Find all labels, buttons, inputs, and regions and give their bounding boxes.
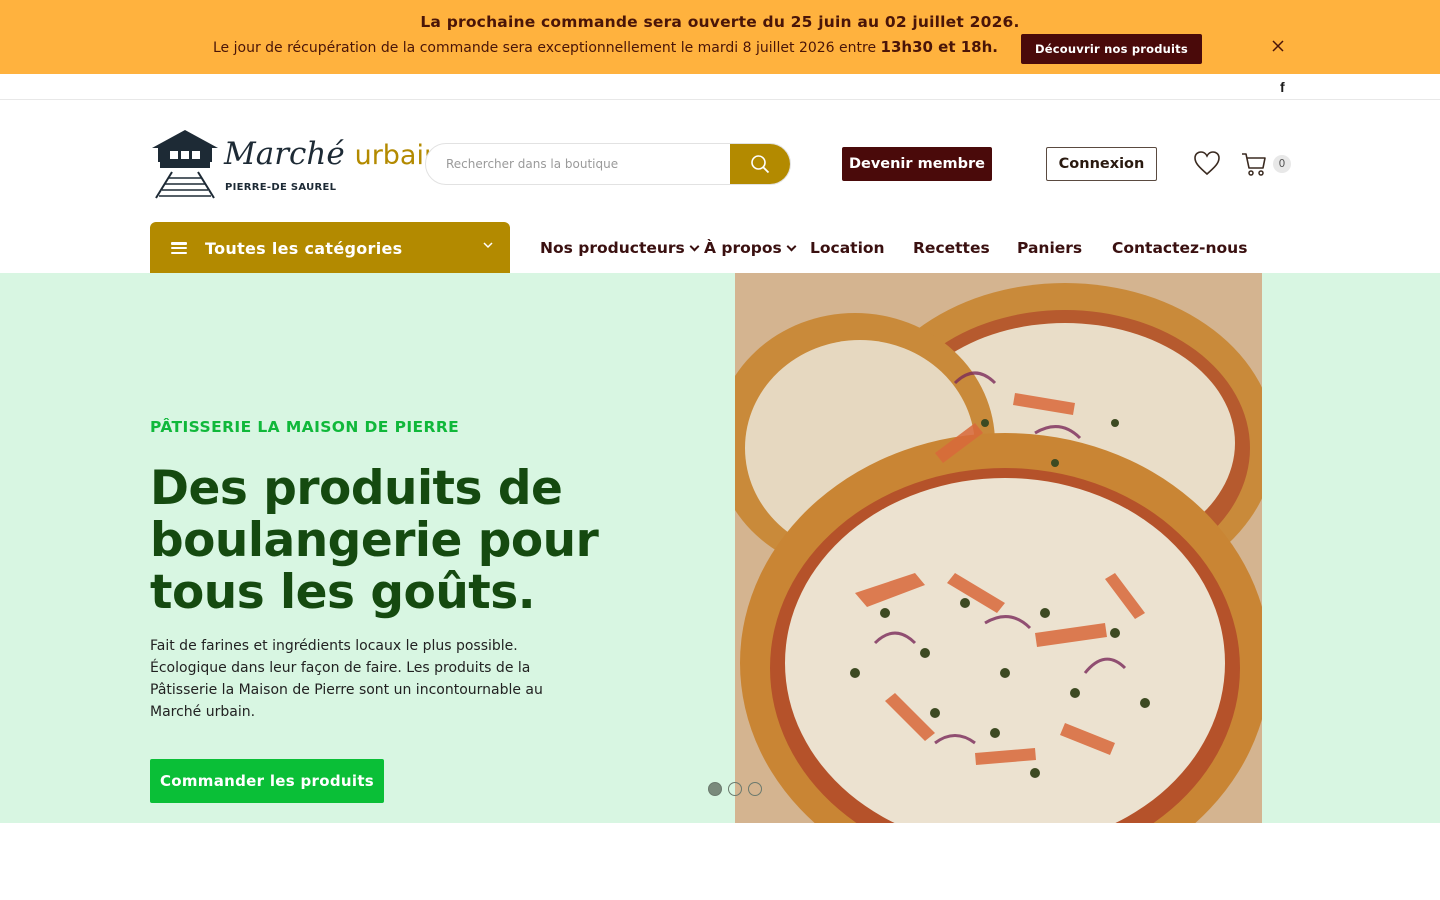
chevron-down-icon xyxy=(786,241,797,252)
announcement-detail: Le jour de récupération de la commande s… xyxy=(213,38,998,56)
nav-item-location[interactable]: Location xyxy=(810,239,885,257)
search-button[interactable] xyxy=(730,144,790,184)
hero-description: Fait de farines et ingrédients locaux le… xyxy=(150,638,543,720)
chevron-down-icon xyxy=(483,239,493,253)
logo-tagline: PIERRE-DE SAUREL xyxy=(225,182,337,193)
hero-kicker: PÂTISSERIE LA MAISON DE PIERRE xyxy=(150,418,460,436)
close-icon[interactable] xyxy=(1269,38,1287,56)
nav-item-baskets[interactable]: Paniers xyxy=(1017,239,1082,257)
hero-pizza-image xyxy=(735,273,1262,823)
search-bar xyxy=(425,143,791,185)
login-button[interactable]: Connexion xyxy=(1046,147,1157,181)
announcement-title: La prochaine commande sera ouverte du 25… xyxy=(420,13,1020,31)
slider-dot-3[interactable] xyxy=(748,782,762,796)
slider-dot-2[interactable] xyxy=(728,782,742,796)
nav-item-producers-label: Nos producteurs xyxy=(540,239,685,257)
nav-item-producers[interactable]: Nos producteurs xyxy=(540,239,700,257)
announcement-detail-text: Le jour de récupération de la commande s… xyxy=(213,40,881,56)
search-input[interactable] xyxy=(426,144,732,184)
cart-icon[interactable] xyxy=(1240,150,1270,178)
cart-count-badge: 0 xyxy=(1273,155,1291,173)
market-building-icon xyxy=(152,130,218,199)
heart-icon[interactable] xyxy=(1193,150,1223,178)
logo-wordmark: Marché urbain xyxy=(224,136,441,172)
nav-item-about-label: À propos xyxy=(704,239,782,257)
hero-title: Des produits de boulangerie pour tous le… xyxy=(150,461,599,620)
nav-item-contact[interactable]: Contactez-nous xyxy=(1112,239,1247,257)
become-member-button[interactable]: Devenir membre xyxy=(842,147,992,181)
order-products-button[interactable]: Commander les produits xyxy=(150,759,384,803)
menu-icon xyxy=(171,242,187,255)
top-social-strip: f xyxy=(0,74,1440,100)
logo-title: Marché xyxy=(224,136,345,172)
slider-dot-1[interactable] xyxy=(708,782,722,796)
all-categories-label: Toutes les catégories xyxy=(205,239,403,258)
hero-slider: PÂTISSERIE LA MAISON DE PIERRE Des produ… xyxy=(0,273,1440,823)
facebook-icon[interactable]: f xyxy=(1280,79,1285,95)
site-logo[interactable]: Marché urbain PIERRE-DE SAUREL xyxy=(150,128,441,200)
search-icon xyxy=(751,155,770,174)
chevron-down-icon xyxy=(689,241,700,252)
nav-item-about[interactable]: À propos xyxy=(704,239,797,257)
nav-item-recipes[interactable]: Recettes xyxy=(913,239,990,257)
discover-products-button[interactable]: Découvrir nos produits xyxy=(1021,34,1202,64)
announcement-detail-time: 13h30 et 18h. xyxy=(880,38,998,56)
announcement-bar: La prochaine commande sera ouverte du 25… xyxy=(0,0,1440,74)
all-categories-button[interactable]: Toutes les catégories xyxy=(150,222,510,273)
